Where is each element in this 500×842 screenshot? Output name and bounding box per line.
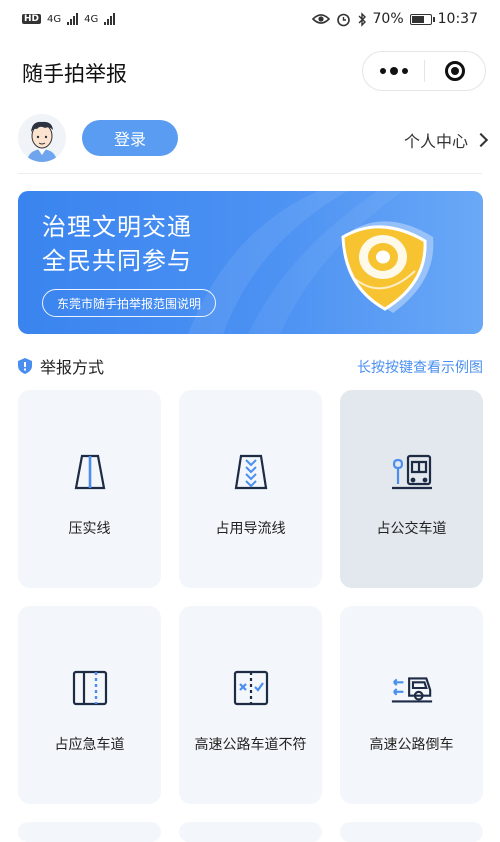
category-label: 高速公路车道不符 bbox=[194, 737, 307, 753]
target-close-icon[interactable] bbox=[425, 61, 485, 81]
category-card-bus-lane[interactable]: 占公交车道 bbox=[340, 390, 483, 588]
category-label: 占用导流线 bbox=[215, 521, 286, 537]
battery-percent: 70% bbox=[372, 11, 404, 27]
title-bar: 随手拍举报 bbox=[0, 40, 500, 102]
status-right: 70% 10:37 bbox=[311, 11, 478, 27]
clock-time: 10:37 bbox=[437, 11, 478, 27]
banner-line-2: 全民共同参与 bbox=[42, 247, 192, 275]
category-card-partial[interactable] bbox=[18, 822, 161, 842]
battery-icon bbox=[409, 13, 435, 25]
more-dots-icon[interactable] bbox=[363, 67, 424, 75]
category-card-partial[interactable] bbox=[340, 822, 483, 842]
bluetooth-icon bbox=[358, 11, 366, 27]
example-hint-link[interactable]: 长按按键查看示例图 bbox=[357, 357, 483, 377]
signal-2-icon bbox=[104, 13, 116, 25]
status-bar: HD 4G 4G 70% 10:37 bbox=[0, 0, 500, 38]
category-card-reversing[interactable]: 高速公路倒车 bbox=[340, 606, 483, 804]
category-label: 压实线 bbox=[68, 521, 111, 537]
network-2-label: 4G bbox=[84, 13, 99, 25]
shield-small-icon bbox=[18, 358, 32, 374]
user-avatar-icon bbox=[18, 114, 66, 162]
report-methods-header: 举报方式 长按按键查看示例图 bbox=[18, 354, 483, 380]
signal-1-icon bbox=[67, 13, 79, 25]
section-title: 举报方式 bbox=[40, 358, 105, 377]
personal-center-link[interactable]: 个人中心 bbox=[403, 128, 489, 152]
solid-line-lane-icon bbox=[68, 450, 112, 494]
hd-badge: HD bbox=[22, 14, 42, 24]
category-card-diversion-line[interactable]: 占用导流线 bbox=[179, 390, 322, 588]
shield-camera-icon bbox=[341, 221, 434, 313]
chevron-right-icon bbox=[473, 132, 489, 148]
divider bbox=[18, 173, 482, 174]
category-card-solid-line[interactable]: 压实线 bbox=[18, 390, 161, 588]
status-left: HD 4G 4G bbox=[22, 13, 116, 25]
avatar[interactable] bbox=[18, 114, 66, 162]
bus-lane-icon bbox=[390, 450, 434, 494]
reversing-icon bbox=[390, 666, 434, 710]
category-label: 占公交车道 bbox=[376, 521, 447, 537]
user-row: 登录 个人中心 bbox=[0, 110, 500, 172]
category-label: 高速公路倒车 bbox=[369, 737, 454, 753]
category-label: 占应急车道 bbox=[54, 737, 125, 753]
banner-line-1: 治理文明交通 bbox=[42, 213, 192, 241]
category-card-emergency-lane[interactable]: 占应急车道 bbox=[18, 606, 161, 804]
category-card-partial[interactable] bbox=[179, 822, 322, 842]
alarm-icon bbox=[336, 13, 350, 26]
emergency-lane-icon bbox=[68, 666, 112, 710]
diversion-line-icon bbox=[229, 450, 273, 494]
section-title-wrap: 举报方式 bbox=[18, 354, 104, 378]
personal-center-label: 个人中心 bbox=[403, 132, 468, 151]
mini-program-capsule bbox=[362, 51, 486, 91]
network-1-label: 4G bbox=[47, 13, 62, 25]
scope-explanation-button[interactable]: 东莞市随手拍举报范围说明 bbox=[42, 289, 217, 317]
wrong-lane-icon bbox=[229, 666, 273, 710]
promo-banner[interactable]: 治理文明交通 全民共同参与 东莞市随手拍举报范围说明 bbox=[18, 191, 483, 334]
page-title: 随手拍举报 bbox=[22, 62, 127, 86]
eye-icon bbox=[311, 14, 330, 24]
category-card-wrong-lane[interactable]: 高速公路车道不符 bbox=[179, 606, 322, 804]
login-button[interactable]: 登录 bbox=[82, 120, 178, 156]
